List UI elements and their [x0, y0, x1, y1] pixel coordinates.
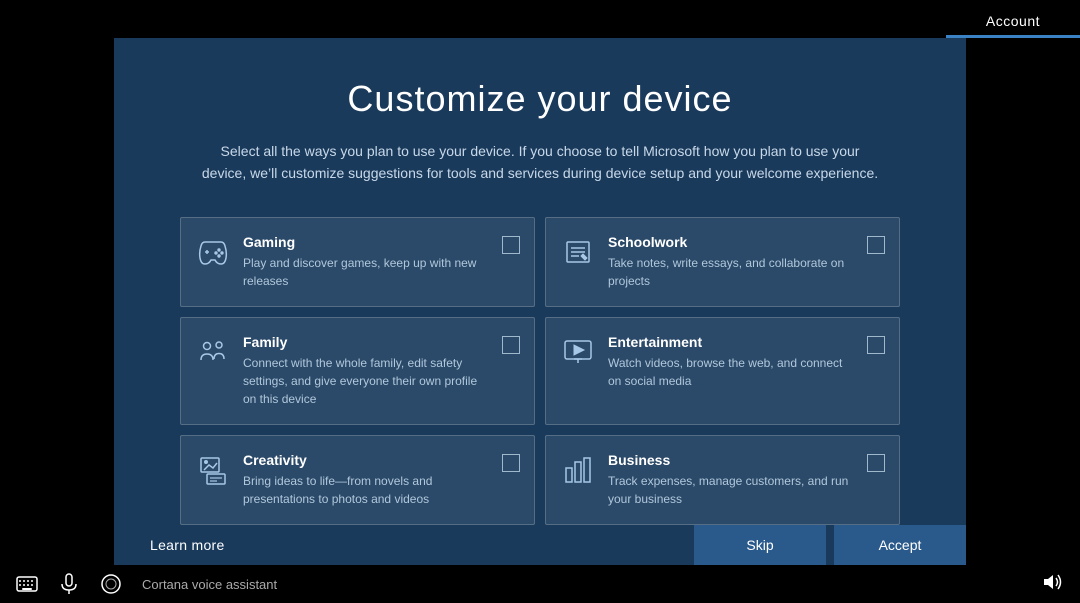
learn-more-button[interactable]: Learn more [114, 525, 261, 565]
page-title: Customize your device [347, 78, 732, 120]
cortana-icon[interactable] [100, 573, 122, 595]
cortana-label: Cortana voice assistant [142, 577, 1022, 592]
option-creativity[interactable]: Creativity Bring ideas to life—from nove… [180, 435, 535, 525]
creativity-text: Creativity Bring ideas to life—from nove… [243, 452, 490, 508]
business-checkbox[interactable] [867, 454, 885, 472]
entertainment-desc: Watch videos, browse the web, and connec… [608, 354, 855, 390]
bottom-bar: Learn more Skip Accept [114, 525, 966, 565]
schoolwork-icon [560, 234, 596, 270]
option-family[interactable]: Family Connect with the whole family, ed… [180, 317, 535, 425]
family-checkbox[interactable] [502, 336, 520, 354]
taskbar-keyboard-icon[interactable] [16, 573, 38, 595]
entertainment-checkbox[interactable] [867, 336, 885, 354]
top-bar: Account [0, 0, 1080, 38]
accept-button[interactable]: Accept [834, 525, 966, 565]
taskbar: Cortana voice assistant [0, 565, 1080, 603]
gaming-title: Gaming [243, 234, 490, 250]
family-desc: Connect with the whole family, edit safe… [243, 354, 490, 408]
schoolwork-text: Schoolwork Take notes, write essays, and… [608, 234, 855, 290]
account-tab[interactable]: Account [946, 5, 1080, 38]
family-title: Family [243, 334, 490, 350]
creativity-checkbox[interactable] [502, 454, 520, 472]
entertainment-title: Entertainment [608, 334, 855, 350]
schoolwork-checkbox[interactable] [867, 236, 885, 254]
gaming-desc: Play and discover games, keep up with ne… [243, 254, 490, 290]
gaming-text: Gaming Play and discover games, keep up … [243, 234, 490, 290]
main-window: Customize your device Select all the way… [114, 38, 966, 565]
page-subtitle: Select all the ways you plan to use your… [200, 140, 880, 185]
options-grid: Gaming Play and discover games, keep up … [180, 217, 900, 525]
family-text: Family Connect with the whole family, ed… [243, 334, 490, 408]
business-title: Business [608, 452, 855, 468]
creativity-icon [195, 452, 231, 488]
taskbar-volume-icon[interactable] [1042, 571, 1064, 598]
business-icon [560, 452, 596, 488]
gaming-icon [195, 234, 231, 270]
option-gaming[interactable]: Gaming Play and discover games, keep up … [180, 217, 535, 307]
option-schoolwork[interactable]: Schoolwork Take notes, write essays, and… [545, 217, 900, 307]
entertainment-text: Entertainment Watch videos, browse the w… [608, 334, 855, 390]
entertainment-icon [560, 334, 596, 370]
creativity-desc: Bring ideas to life—from novels and pres… [243, 472, 490, 508]
business-desc: Track expenses, manage customers, and ru… [608, 472, 855, 508]
option-business[interactable]: Business Track expenses, manage customer… [545, 435, 900, 525]
schoolwork-desc: Take notes, write essays, and collaborat… [608, 254, 855, 290]
family-icon [195, 334, 231, 370]
schoolwork-title: Schoolwork [608, 234, 855, 250]
skip-button[interactable]: Skip [694, 525, 826, 565]
business-text: Business Track expenses, manage customer… [608, 452, 855, 508]
option-entertainment[interactable]: Entertainment Watch videos, browse the w… [545, 317, 900, 425]
creativity-title: Creativity [243, 452, 490, 468]
taskbar-mic-icon[interactable] [58, 573, 80, 595]
gaming-checkbox[interactable] [502, 236, 520, 254]
right-buttons: Skip Accept [694, 525, 966, 565]
